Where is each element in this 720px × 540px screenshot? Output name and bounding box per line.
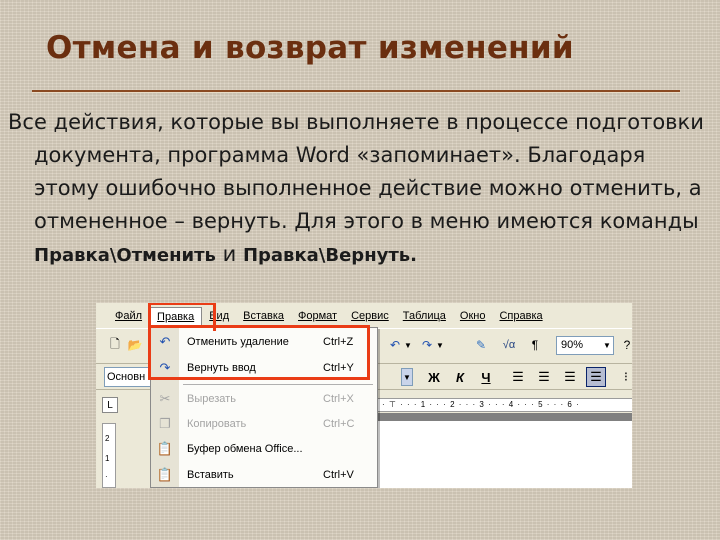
menu-item-shortcut: Ctrl+X bbox=[323, 393, 354, 405]
menu-separator bbox=[183, 384, 373, 385]
tab-selector-icon[interactable]: L bbox=[102, 397, 118, 413]
menu-format[interactable]: Формат bbox=[291, 307, 344, 325]
copy-icon: ❐ bbox=[159, 416, 171, 431]
clipboard-icon: 📋 bbox=[156, 441, 174, 456]
paste-icon: 📋 bbox=[156, 467, 174, 482]
help-icon[interactable]: ? bbox=[618, 336, 632, 354]
bold-button[interactable]: Ж bbox=[424, 367, 444, 387]
vruler-label: 1 bbox=[105, 454, 110, 463]
insert-hyperlink-icon[interactable]: ✎ bbox=[472, 336, 490, 354]
scissors-icon: ✂ bbox=[159, 391, 171, 406]
menu-item-copy[interactable]: ❐ Копировать Ctrl+C bbox=[151, 412, 377, 436]
font-size-dropdown-icon[interactable]: ▼ bbox=[401, 368, 413, 386]
formula-icon[interactable]: √α bbox=[500, 336, 518, 354]
document-page[interactable] bbox=[376, 421, 632, 488]
menu-tools[interactable]: Сервис bbox=[344, 307, 396, 325]
menu-item-cut[interactable]: ✂ Вырезать Ctrl+X bbox=[151, 387, 377, 411]
redo-dropdown-icon[interactable]: ▼ bbox=[434, 336, 446, 354]
slide-title: Отмена и возврат изменений bbox=[46, 30, 574, 66]
new-document-icon[interactable]: 🗋 bbox=[106, 336, 124, 354]
menu-item-label: Копировать bbox=[187, 418, 247, 430]
menu-table[interactable]: Таблица bbox=[396, 307, 453, 325]
horizontal-ruler: · ⊤ · · · 1 · · · 2 · · · 3 · · · 4 · · … bbox=[376, 398, 632, 412]
menu-item-label: Буфер обмена Office... bbox=[187, 443, 303, 455]
menu-item-shortcut: Ctrl+V bbox=[323, 469, 354, 481]
menu-item-shortcut: Ctrl+C bbox=[323, 418, 355, 430]
menu-item-paste[interactable]: 📋 Вставить Ctrl+V bbox=[151, 463, 377, 487]
align-left-button[interactable]: ☰ bbox=[508, 367, 528, 387]
zoom-dropdown-icon[interactable]: ▼ bbox=[601, 336, 613, 354]
highlight-undo-redo bbox=[148, 325, 370, 380]
command-undo-text: Правка\Отменить bbox=[34, 245, 216, 266]
italic-button[interactable]: К bbox=[450, 367, 470, 387]
show-formatting-icon[interactable]: ¶ bbox=[526, 336, 544, 354]
menu-item-label: Вставить bbox=[187, 469, 234, 481]
line-spacing-button[interactable]: ⁝ bbox=[616, 367, 632, 387]
menu-insert[interactable]: Вставка bbox=[236, 307, 291, 325]
justify-button[interactable]: ☰ bbox=[586, 367, 606, 387]
underline-button[interactable]: Ч bbox=[476, 367, 496, 387]
menu-item-label: Вырезать bbox=[187, 393, 236, 405]
vertical-ruler: 2 1 · bbox=[102, 423, 116, 488]
menu-window[interactable]: Окно bbox=[453, 307, 493, 325]
command-redo-text: Правка\Вернуть. bbox=[242, 245, 418, 266]
title-rule bbox=[32, 90, 680, 93]
vruler-label: · bbox=[105, 472, 108, 481]
open-folder-icon[interactable]: 📂 bbox=[126, 336, 144, 354]
slide-body-text: Все действия, которые вы выполняете в пр… bbox=[8, 106, 708, 272]
menu-file[interactable]: Файл bbox=[108, 307, 149, 325]
body-paragraph: Все действия, которые вы выполняете в пр… bbox=[8, 110, 704, 233]
menu-item-office-clipboard[interactable]: 📋 Буфер обмена Office... bbox=[151, 437, 377, 461]
conjunction-text: и bbox=[215, 242, 243, 266]
menu-help[interactable]: Справка bbox=[492, 307, 549, 325]
vruler-label: 2 bbox=[105, 434, 110, 443]
document-area bbox=[376, 413, 632, 488]
undo-dropdown-icon[interactable]: ▼ bbox=[402, 336, 414, 354]
word-screenshot: Файл Правка Вид Вставка Формат Сервис Та… bbox=[96, 303, 632, 488]
align-right-button[interactable]: ☰ bbox=[560, 367, 580, 387]
align-center-button[interactable]: ☰ bbox=[534, 367, 554, 387]
